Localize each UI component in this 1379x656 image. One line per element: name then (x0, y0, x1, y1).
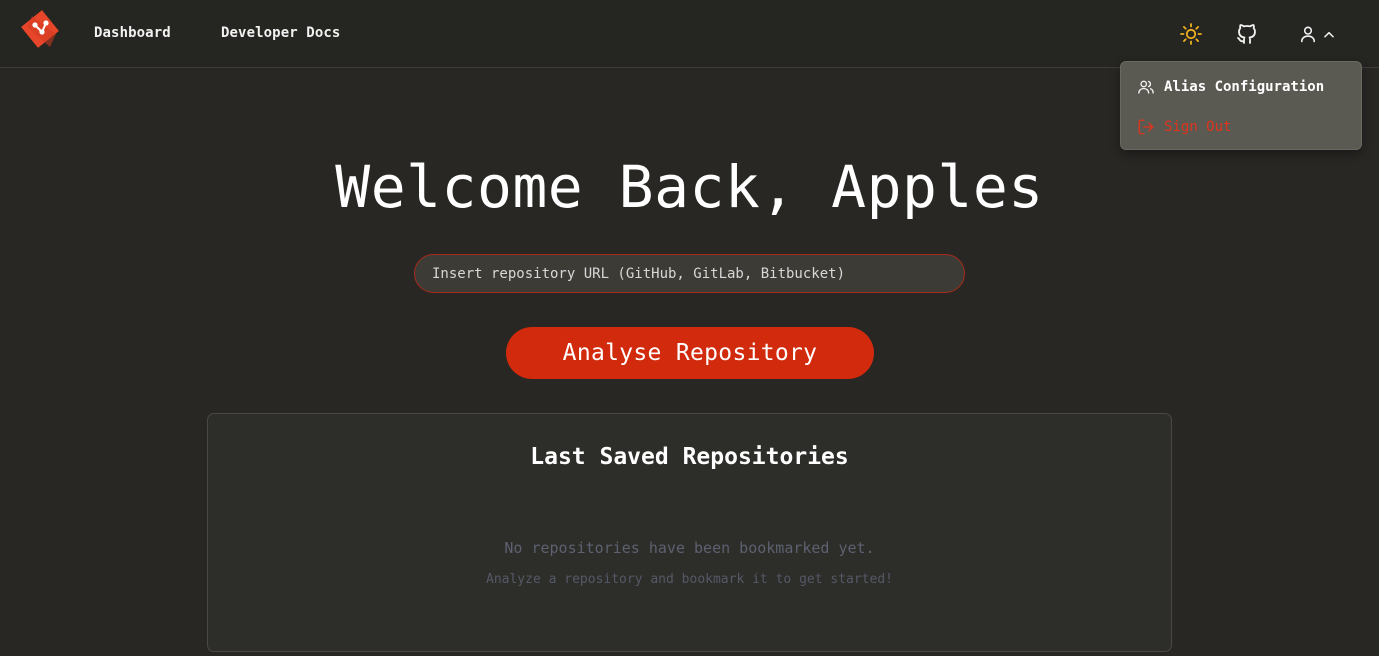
chevron-up-icon (1322, 27, 1336, 46)
menu-item-alias-configuration[interactable]: Alias Configuration (1137, 74, 1324, 100)
user-menu-button[interactable] (1298, 23, 1344, 45)
user-dropdown-menu: Alias Configuration Sign Out (1120, 61, 1362, 150)
nav-dashboard-link[interactable]: Dashboard (94, 25, 171, 41)
menu-item-sign-out[interactable]: Sign Out (1137, 114, 1231, 140)
empty-state-hint: Analyze a repository and bookmark it to … (486, 572, 893, 587)
nav-developer-docs-link[interactable]: Developer Docs (221, 25, 340, 41)
menu-item-label: Sign Out (1164, 119, 1232, 135)
user-icon (1298, 24, 1318, 48)
saved-repositories-panel: Last Saved Repositories No repositories … (207, 413, 1172, 652)
menu-item-label: Alias Configuration (1164, 79, 1325, 95)
users-icon (1137, 78, 1164, 96)
analyse-repository-button[interactable]: Analyse Repository (506, 327, 874, 379)
saved-repositories-title: Last Saved Repositories (530, 444, 849, 470)
top-navbar: Dashboard Developer Docs (0, 0, 1379, 68)
sun-icon[interactable] (1179, 22, 1203, 46)
welcome-title: Welcome Back, Apples (335, 153, 1044, 221)
git-logo-icon[interactable] (20, 9, 60, 51)
github-icon[interactable] (1235, 22, 1259, 46)
empty-state-message: No repositories have been bookmarked yet… (504, 539, 875, 557)
sign-out-icon (1137, 118, 1164, 136)
repository-url-input[interactable] (414, 254, 965, 293)
